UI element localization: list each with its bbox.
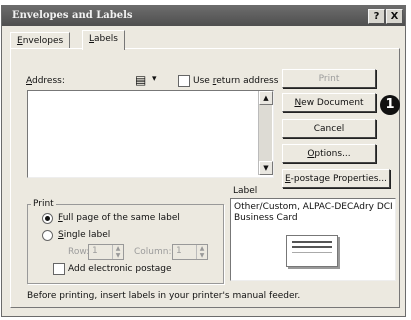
tab-labels-label: abels xyxy=(94,34,118,44)
address-book-icon[interactable]: ▤ xyxy=(135,73,146,87)
address-scrollbar[interactable]: ▲ ▼ xyxy=(258,91,273,175)
add-postage-label: Add electronic postage xyxy=(68,264,172,274)
tab-labels[interactable]: Labels xyxy=(82,30,125,50)
new-document-label: ew Document xyxy=(301,98,364,108)
label-preview[interactable]: Other/Custom, ALPAC-DECAdry DCI Business… xyxy=(230,198,396,281)
close-button[interactable]: X xyxy=(386,9,403,24)
single-label-radio[interactable] xyxy=(42,230,53,241)
print-button[interactable]: Print xyxy=(282,69,376,88)
tab-strip: Envelopes Labels xyxy=(10,30,400,50)
tab-envelopes[interactable]: Envelopes xyxy=(10,32,71,49)
cancel-button[interactable]: Cancel xyxy=(282,119,376,138)
address-label: Address: xyxy=(26,76,65,86)
add-postage-checkbox[interactable] xyxy=(53,263,65,275)
full-page-text: ull page of the same label xyxy=(62,213,180,223)
row-spinner[interactable]: 1 ▲ ▼ xyxy=(88,244,124,260)
epostage-label: -postage Properties... xyxy=(290,174,388,184)
title-bar[interactable]: Envelopes and Labels ? X xyxy=(2,6,405,26)
spin-arrows-icon[interactable]: ▲ ▼ xyxy=(196,245,207,259)
column-label: Column: xyxy=(134,247,172,257)
footer-hint: Before printing, insert labels in your p… xyxy=(27,291,301,301)
row-label: Row: xyxy=(68,247,90,257)
column-value: 1 xyxy=(176,246,182,256)
spin-arrows-icon[interactable]: ▲ ▼ xyxy=(112,245,123,259)
options-button[interactable]: Options... xyxy=(282,144,376,163)
scroll-up-icon[interactable]: ▲ xyxy=(259,91,273,105)
options-label: ptions... xyxy=(314,149,351,159)
row-value: 1 xyxy=(92,246,98,256)
envelopes-labels-dialog: Envelopes and Labels ? X Envelopes Label… xyxy=(1,5,406,317)
tab-envelopes-label: nvelopes xyxy=(22,36,64,46)
business-card-icon xyxy=(286,235,338,267)
new-document-button[interactable]: New Document xyxy=(282,93,376,112)
epostage-properties-button[interactable]: E-postage Properties... xyxy=(282,169,390,188)
scroll-down-icon[interactable]: ▼ xyxy=(259,161,273,175)
dialog-title: Envelopes and Labels xyxy=(12,10,133,21)
label-group-title: Label xyxy=(233,186,258,196)
use-return-address-label: Use return address xyxy=(193,76,278,86)
column-spinner[interactable]: 1 ▲ ▼ xyxy=(172,244,208,260)
print-group-title: Print xyxy=(31,199,56,209)
single-label-text: ingle label xyxy=(63,230,111,240)
use-return-rest: eturn address xyxy=(216,76,279,86)
use-return-prefix: Use xyxy=(193,76,213,86)
label-type-line1: Other/Custom, ALPAC-DECAdry DCI xyxy=(234,202,393,212)
address-label-text: ddress: xyxy=(32,76,65,86)
chevron-down-icon[interactable]: ▾ xyxy=(152,74,157,84)
callout-badge: 1 xyxy=(380,95,400,115)
use-return-address-checkbox[interactable] xyxy=(178,75,190,87)
label-type-line2: Business Card xyxy=(234,213,298,223)
help-button[interactable]: ? xyxy=(368,9,385,24)
full-page-radio[interactable] xyxy=(42,213,53,224)
single-label-label: Single label xyxy=(58,230,110,240)
full-page-label: Full page of the same label xyxy=(58,213,180,223)
address-field[interactable] xyxy=(27,90,274,178)
